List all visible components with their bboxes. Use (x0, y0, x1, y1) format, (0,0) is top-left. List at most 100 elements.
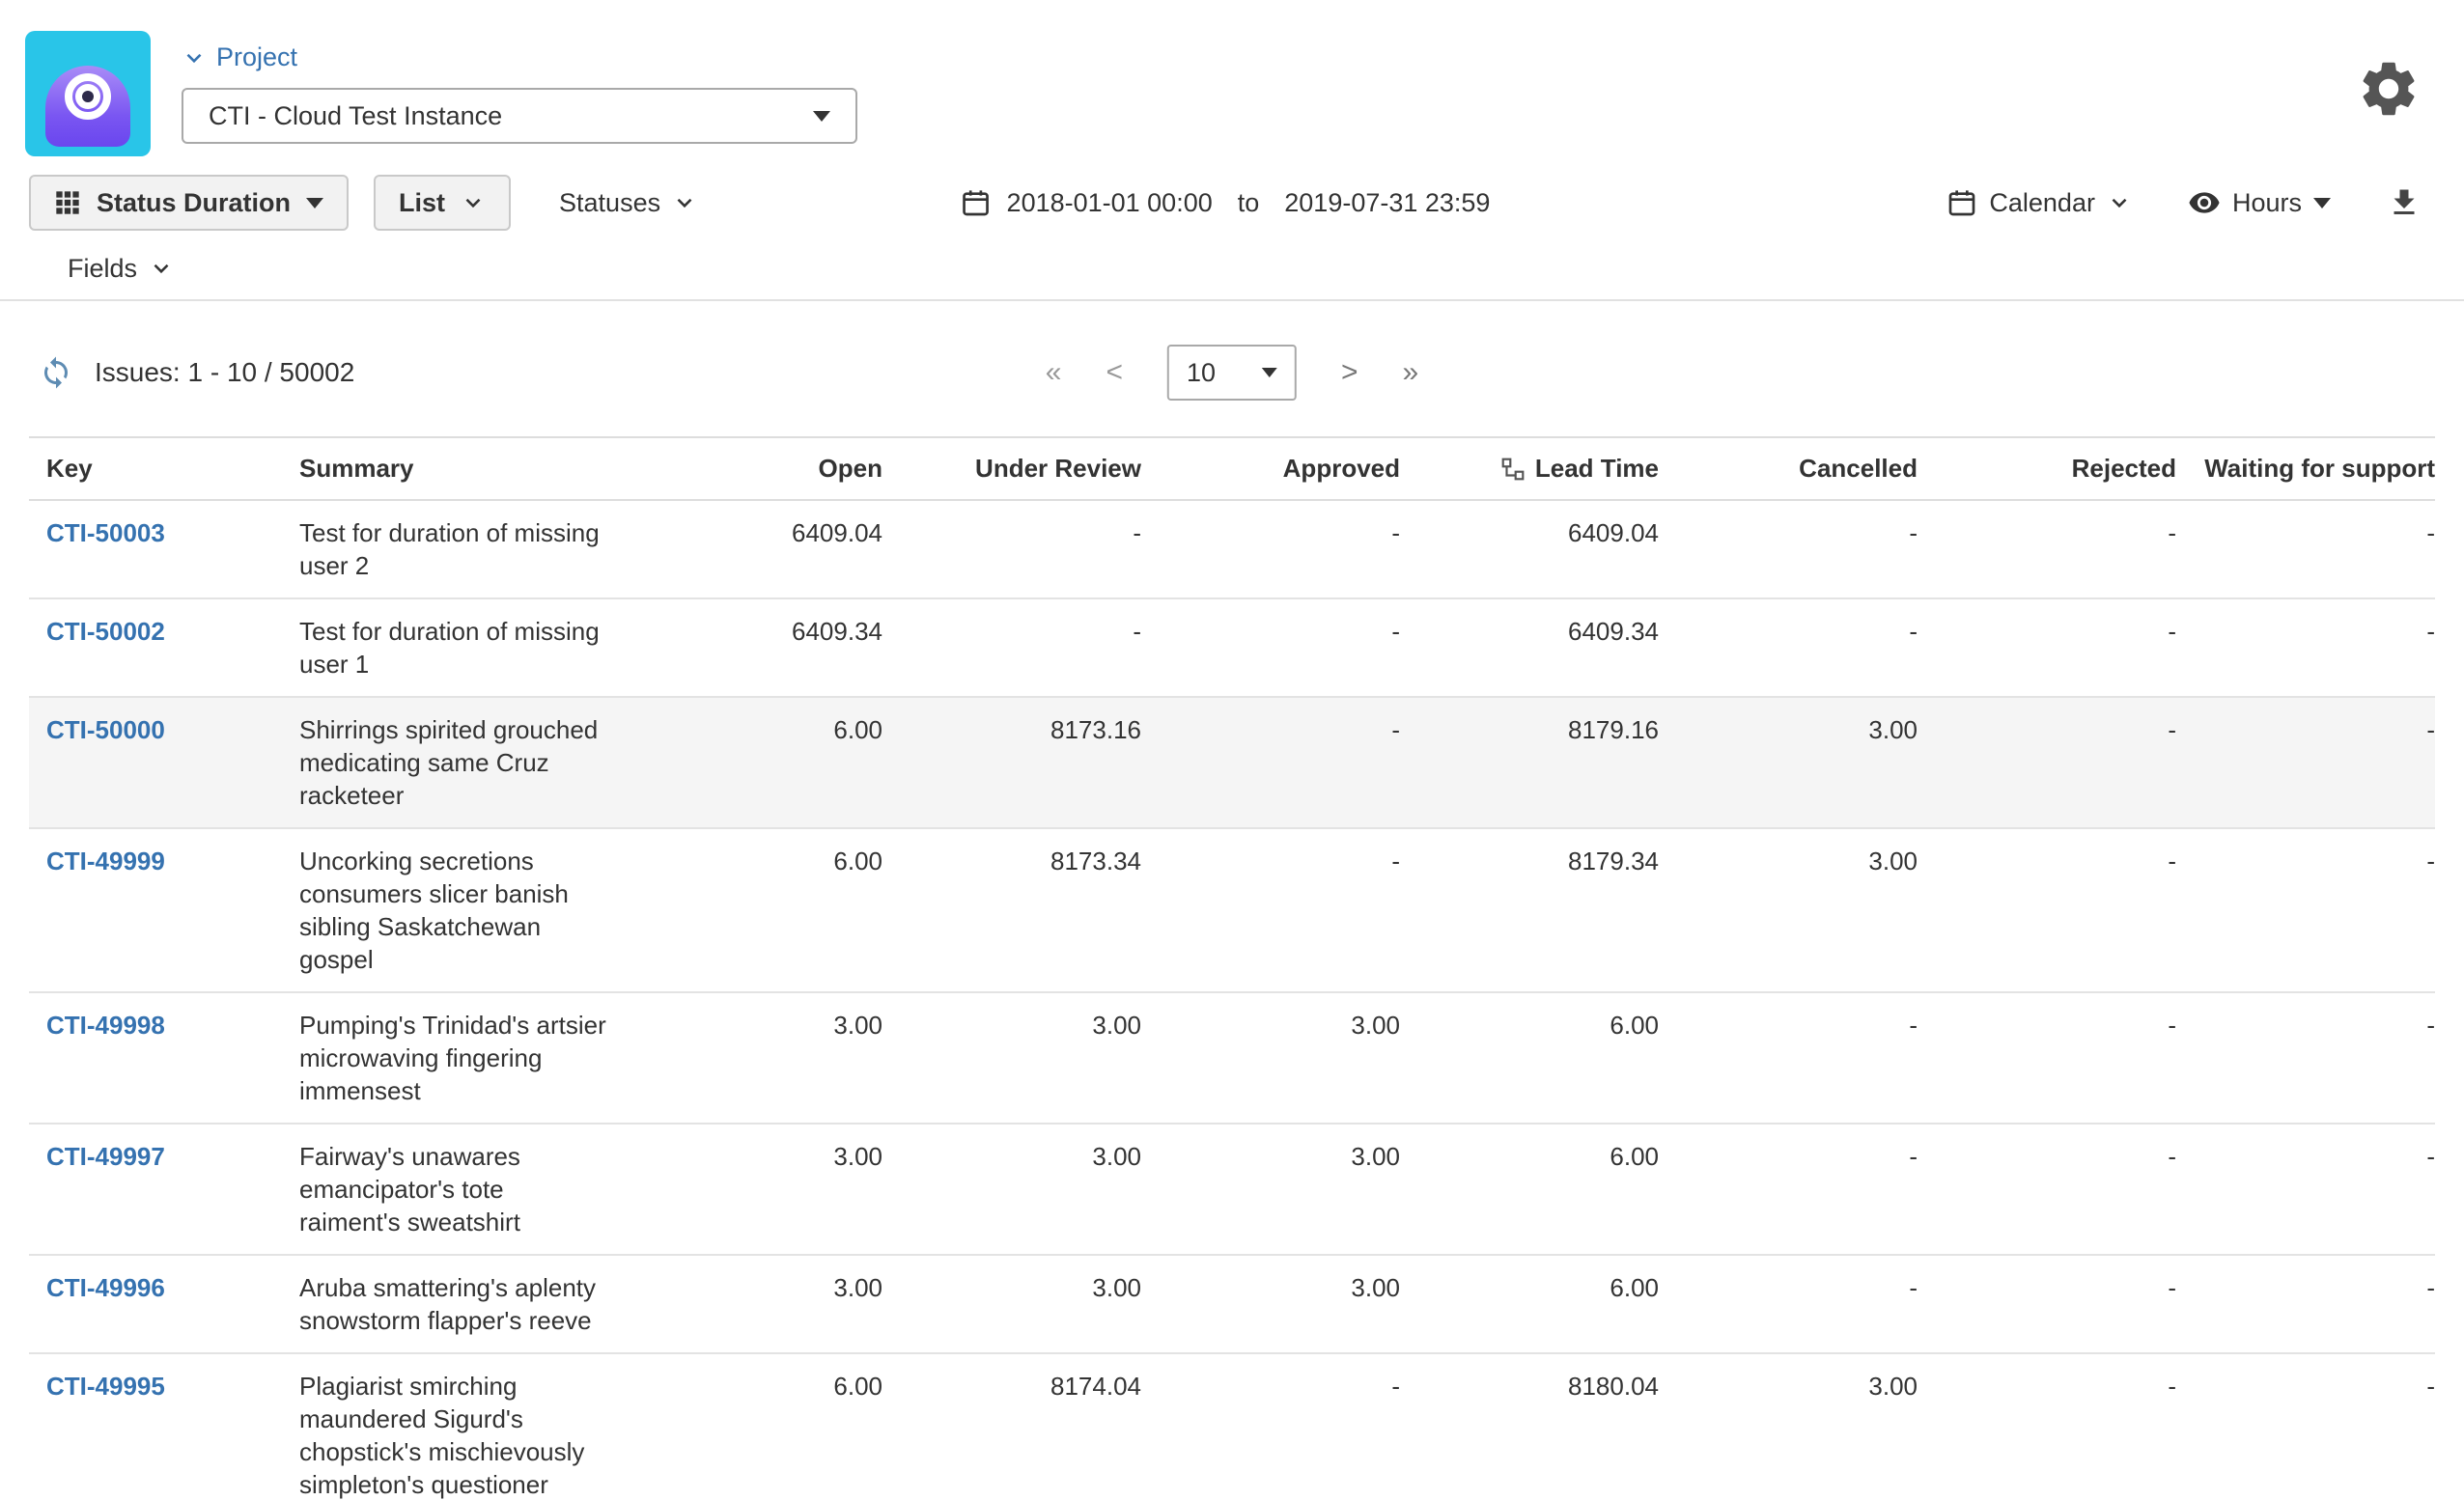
issue-summary: Pumping's Trinidad's artsier microwaving… (282, 992, 624, 1125)
issue-key-link[interactable]: CTI-49998 (46, 1011, 165, 1040)
issue-key-link[interactable]: CTI-50002 (46, 617, 165, 646)
column-header-waiting-for-support[interactable]: Waiting for support (2176, 437, 2435, 501)
cell-under-review: 8173.34 (882, 828, 1141, 993)
column-header-key[interactable]: Key (29, 437, 282, 501)
toolbar: Status Duration List Statuses 2018-01-01… (0, 162, 2464, 301)
cell-cancelled: - (1659, 598, 1918, 698)
cell-approved: - (1141, 500, 1400, 599)
cell-rejected: - (1918, 992, 2176, 1125)
cell-under-review: 3.00 (882, 1255, 1141, 1354)
cell-rejected: - (1918, 828, 2176, 993)
table-row: CTI-50002 Test for duration of missing u… (29, 598, 2435, 698)
issue-key-link[interactable]: CTI-49999 (46, 847, 165, 875)
eye-icon (2189, 192, 2220, 213)
cell-lead-time: 8179.16 (1400, 697, 1659, 829)
issue-key-link[interactable]: CTI-49996 (46, 1273, 165, 1302)
cell-approved: - (1141, 598, 1400, 698)
date-to: 2019-07-31 23:59 (1284, 187, 1491, 217)
cell-cancelled: 3.00 (1659, 697, 1918, 829)
project-section-toggle[interactable]: Project (182, 42, 857, 72)
chevron-down-icon (186, 53, 202, 63)
issue-summary: Test for duration of missing user 2 (282, 500, 624, 599)
logo-eye (75, 84, 100, 109)
column-header-cancelled[interactable]: Cancelled (1659, 437, 1918, 501)
issue-key-link[interactable]: CTI-50003 (46, 518, 165, 547)
cell-lead-time: 6409.04 (1400, 500, 1659, 599)
cell-cancelled: 3.00 (1659, 1353, 1918, 1500)
cell-rejected: - (1918, 1124, 2176, 1256)
table-row: CTI-49998 Pumping's Trinidad's artsier m… (29, 992, 2435, 1125)
issue-key-link[interactable]: CTI-50000 (46, 715, 165, 744)
issue-summary: Aruba smattering's aplenty snowstorm fla… (282, 1255, 624, 1354)
app-logo (25, 31, 151, 156)
pagination-last[interactable]: » (1403, 356, 1419, 389)
export-button[interactable] (2387, 185, 2422, 220)
cell-waiting-for-support: - (2176, 1353, 2435, 1500)
column-header-rejected[interactable]: Rejected (1918, 437, 2176, 501)
caret-down-icon (306, 197, 324, 208)
cell-waiting-for-support: - (2176, 992, 2435, 1125)
page-size-select[interactable]: 10 (1167, 345, 1297, 401)
date-from: 2018-01-01 00:00 (1006, 187, 1213, 217)
table-row: CTI-49999 Uncorking secretions consumers… (29, 828, 2435, 993)
issue-key-link[interactable]: CTI-49995 (46, 1372, 165, 1401)
report-type-button[interactable]: Status Duration (29, 175, 350, 231)
pagination-prev[interactable]: < (1106, 356, 1123, 389)
pagination: « < 10 > » (1046, 345, 1418, 401)
refresh-button[interactable] (39, 355, 73, 390)
statuses-dropdown[interactable]: Statuses (559, 188, 697, 218)
pagination-first[interactable]: « (1046, 356, 1062, 389)
column-header-open[interactable]: Open (624, 437, 882, 501)
cell-rejected: - (1918, 598, 2176, 698)
cell-rejected: - (1918, 500, 2176, 599)
cell-lead-time: 6.00 (1400, 992, 1659, 1125)
column-header-approved[interactable]: Approved (1141, 437, 1400, 501)
cell-waiting-for-support: - (2176, 598, 2435, 698)
cell-waiting-for-support: - (2176, 1124, 2435, 1256)
cell-rejected: - (1918, 1255, 2176, 1354)
issues-count: Issues: 1 - 10 / 50002 (95, 357, 355, 387)
column-header-summary[interactable]: Summary (282, 437, 624, 501)
app-page: Project CTI - Cloud Test Instance Status… (0, 0, 2464, 1500)
cell-lead-time: 8179.34 (1400, 828, 1659, 993)
cell-rejected: - (1918, 697, 2176, 829)
project-select[interactable]: CTI - Cloud Test Instance (182, 88, 857, 144)
issue-summary: Test for duration of missing user 1 (282, 598, 624, 698)
grid-icon (56, 191, 79, 214)
project-select-value: CTI - Cloud Test Instance (209, 100, 503, 130)
cell-open: 6.00 (624, 697, 882, 829)
view-type-label: List (399, 187, 446, 217)
view-type-button[interactable]: List (374, 175, 512, 231)
pagination-next[interactable]: > (1341, 356, 1358, 389)
project-label: Project (216, 42, 298, 71)
issue-key-link[interactable]: CTI-49997 (46, 1142, 165, 1171)
fields-dropdown[interactable]: Fields (68, 254, 174, 284)
issue-summary: Uncorking secretions consumers slicer ba… (282, 828, 624, 993)
chevron-down-icon (677, 198, 692, 208)
cell-open: 3.00 (624, 1255, 882, 1354)
cell-lead-time: 6.00 (1400, 1255, 1659, 1354)
cell-approved: 3.00 (1141, 1124, 1400, 1256)
date-range-picker[interactable]: 2018-01-01 00:00 to 2019-07-31 23:59 (961, 187, 1491, 218)
calendar-dropdown[interactable]: Calendar (1946, 187, 2132, 218)
gear-icon (2363, 62, 2415, 116)
column-header-lead-time[interactable]: Lead Time (1400, 437, 1659, 501)
cell-approved: - (1141, 697, 1400, 829)
chevron-down-icon (2112, 198, 2127, 208)
settings-button[interactable] (2356, 56, 2422, 126)
issue-summary: Shirrings spirited grouched medicating s… (282, 697, 624, 829)
cell-under-review: 8174.04 (882, 1353, 1141, 1500)
cell-open: 6.00 (624, 828, 882, 993)
cell-open: 3.00 (624, 1124, 882, 1256)
logo-pupil (82, 91, 94, 102)
cell-approved: - (1141, 828, 1400, 993)
cell-lead-time: 6.00 (1400, 1124, 1659, 1256)
cell-waiting-for-support: - (2176, 828, 2435, 993)
hours-dropdown[interactable]: Hours (2188, 186, 2331, 219)
caret-down-icon (2313, 197, 2331, 208)
caret-down-icon (1262, 368, 1277, 377)
chevron-down-icon (154, 264, 169, 274)
issue-summary: Fairway's unawares emancipator's tote ra… (282, 1124, 624, 1256)
column-header-under-review[interactable]: Under Review (882, 437, 1141, 501)
table-header-row: Key Summary Open Under Review Approved L… (29, 437, 2435, 501)
